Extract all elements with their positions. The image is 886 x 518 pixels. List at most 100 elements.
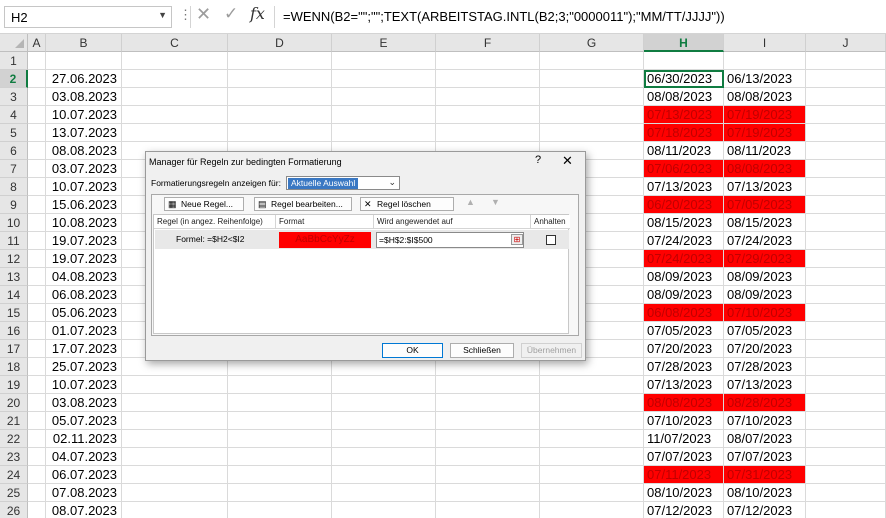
cell-h25[interactable]: 08/10/2023 (644, 484, 724, 502)
cell-j8[interactable] (806, 178, 886, 196)
cell-h7[interactable]: 07/06/2023 (644, 160, 724, 178)
cell-h13[interactable]: 08/09/2023 (644, 268, 724, 286)
cell-j17[interactable] (806, 340, 886, 358)
cell-g3[interactable] (540, 88, 644, 106)
cell-h20[interactable]: 08/08/2023 (644, 394, 724, 412)
cell-e23[interactable] (332, 448, 436, 466)
row-header[interactable]: 2 (0, 70, 28, 88)
cell-h12[interactable]: 07/24/2023 (644, 250, 724, 268)
cell-i6[interactable]: 08/11/2023 (724, 142, 806, 160)
cell-a3[interactable] (28, 88, 46, 106)
cell-f22[interactable] (436, 430, 540, 448)
row-header[interactable]: 19 (0, 376, 28, 394)
cell-h15[interactable]: 06/08/2023 (644, 304, 724, 322)
cell-b16[interactable]: 01.07.2023 (46, 322, 122, 340)
cell-j7[interactable] (806, 160, 886, 178)
cell-b25[interactable]: 07.08.2023 (46, 484, 122, 502)
cell-j18[interactable] (806, 358, 886, 376)
cell-c5[interactable] (122, 124, 228, 142)
cell-a25[interactable] (28, 484, 46, 502)
cell-g20[interactable] (540, 394, 644, 412)
cell-j24[interactable] (806, 466, 886, 484)
cell-j1[interactable] (806, 52, 886, 70)
cell-b15[interactable]: 05.06.2023 (46, 304, 122, 322)
cell-b11[interactable]: 19.07.2023 (46, 232, 122, 250)
cell-i26[interactable]: 07/12/2023 (724, 502, 806, 518)
check-icon[interactable]: ✓ (224, 4, 238, 24)
cell-h5[interactable]: 07/18/2023 (644, 124, 724, 142)
delete-rule-button[interactable]: ✕ Regel löschen (360, 197, 454, 211)
cell-h6[interactable]: 08/11/2023 (644, 142, 724, 160)
cell-j19[interactable] (806, 376, 886, 394)
cell-d1[interactable] (228, 52, 332, 70)
row-header[interactable]: 6 (0, 142, 28, 160)
cell-i15[interactable]: 07/10/2023 (724, 304, 806, 322)
cell-b26[interactable]: 08.07.2023 (46, 502, 122, 518)
cell-i25[interactable]: 08/10/2023 (724, 484, 806, 502)
cell-h26[interactable]: 07/12/2023 (644, 502, 724, 518)
cell-h2[interactable]: 06/30/2023 (644, 70, 724, 88)
cancel-icon[interactable]: ✕ (196, 4, 211, 25)
cell-b3[interactable]: 03.08.2023 (46, 88, 122, 106)
cell-j21[interactable] (806, 412, 886, 430)
cell-b9[interactable]: 15.06.2023 (46, 196, 122, 214)
cell-f20[interactable] (436, 394, 540, 412)
insert-function-icon[interactable]: fx (250, 4, 265, 23)
cell-h22[interactable]: 11/07/2023 (644, 430, 724, 448)
show-rules-select[interactable]: Aktuelle Auswahl ⌄ (286, 176, 400, 190)
cell-e21[interactable] (332, 412, 436, 430)
cell-a22[interactable] (28, 430, 46, 448)
cell-d20[interactable] (228, 394, 332, 412)
cell-i23[interactable]: 07/07/2023 (724, 448, 806, 466)
cell-h21[interactable]: 07/10/2023 (644, 412, 724, 430)
cell-i1[interactable] (724, 52, 806, 70)
cell-a12[interactable] (28, 250, 46, 268)
cell-e25[interactable] (332, 484, 436, 502)
cell-b17[interactable]: 17.07.2023 (46, 340, 122, 358)
cell-e1[interactable] (332, 52, 436, 70)
cell-i17[interactable]: 07/20/2023 (724, 340, 806, 358)
column-header-d[interactable]: D (228, 34, 332, 52)
cell-j22[interactable] (806, 430, 886, 448)
cell-j20[interactable] (806, 394, 886, 412)
name-box[interactable]: H2 ▼ (4, 6, 172, 28)
cell-h23[interactable]: 07/07/2023 (644, 448, 724, 466)
column-header-j[interactable]: J (806, 34, 886, 52)
row-header[interactable]: 22 (0, 430, 28, 448)
cell-g26[interactable] (540, 502, 644, 518)
row-header[interactable]: 12 (0, 250, 28, 268)
row-header[interactable]: 25 (0, 484, 28, 502)
cell-e5[interactable] (332, 124, 436, 142)
cell-a20[interactable] (28, 394, 46, 412)
cell-f25[interactable] (436, 484, 540, 502)
cell-i21[interactable]: 07/10/2023 (724, 412, 806, 430)
cell-a10[interactable] (28, 214, 46, 232)
cell-g5[interactable] (540, 124, 644, 142)
range-select-icon[interactable]: ⊞ (511, 234, 523, 245)
row-header[interactable]: 20 (0, 394, 28, 412)
cell-d24[interactable] (228, 466, 332, 484)
row-header[interactable]: 3 (0, 88, 28, 106)
cell-g25[interactable] (540, 484, 644, 502)
cell-f21[interactable] (436, 412, 540, 430)
cell-j16[interactable] (806, 322, 886, 340)
row-header[interactable]: 9 (0, 196, 28, 214)
cell-d3[interactable] (228, 88, 332, 106)
cell-h8[interactable]: 07/13/2023 (644, 178, 724, 196)
cell-b10[interactable]: 10.08.2023 (46, 214, 122, 232)
cell-b2[interactable]: 27.06.2023 (46, 70, 122, 88)
cell-g4[interactable] (540, 106, 644, 124)
cell-d25[interactable] (228, 484, 332, 502)
cell-i14[interactable]: 08/09/2023 (724, 286, 806, 304)
cell-f3[interactable] (436, 88, 540, 106)
cell-i4[interactable]: 07/19/2023 (724, 106, 806, 124)
cell-e3[interactable] (332, 88, 436, 106)
cell-d4[interactable] (228, 106, 332, 124)
row-header[interactable]: 7 (0, 160, 28, 178)
cell-h16[interactable]: 07/05/2023 (644, 322, 724, 340)
cell-h4[interactable]: 07/13/2023 (644, 106, 724, 124)
cell-h14[interactable]: 08/09/2023 (644, 286, 724, 304)
cell-i10[interactable]: 08/15/2023 (724, 214, 806, 232)
cell-b22[interactable]: 02.11.2023 (46, 430, 122, 448)
cell-f24[interactable] (436, 466, 540, 484)
